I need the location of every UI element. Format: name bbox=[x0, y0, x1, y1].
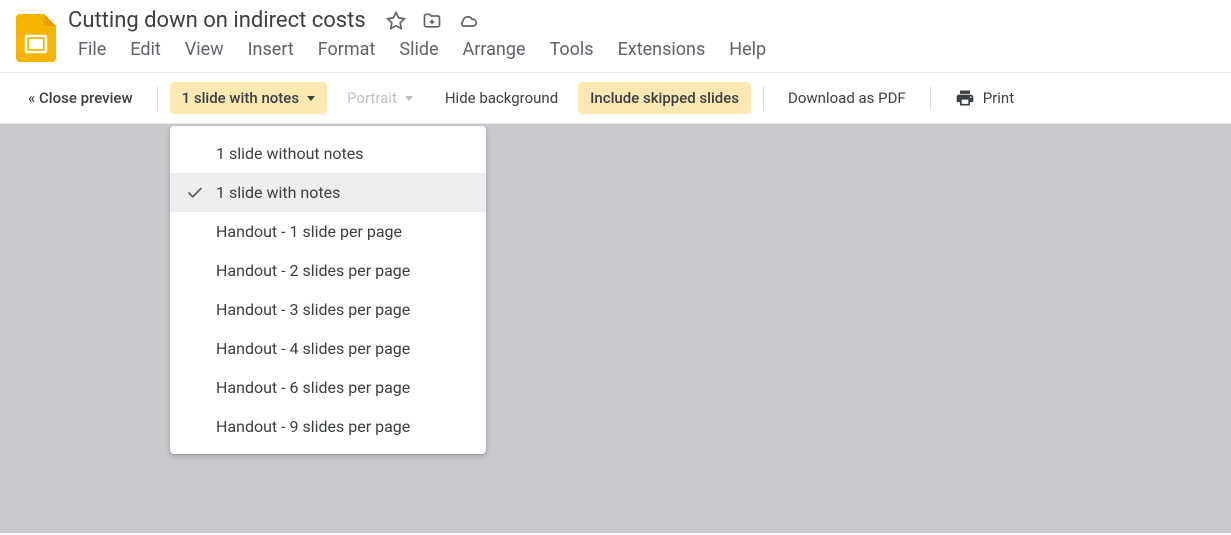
layout-option[interactable]: Handout - 6 slides per page bbox=[170, 368, 486, 407]
header: Cutting down on indirect costs File Edit… bbox=[0, 0, 1231, 72]
menu-format[interactable]: Format bbox=[308, 35, 386, 64]
header-content: Cutting down on indirect costs File Edit… bbox=[68, 8, 1215, 72]
cloud-status-icon[interactable] bbox=[458, 11, 478, 31]
orientation-dropdown[interactable]: Portrait bbox=[335, 82, 425, 114]
layout-option-label: Handout - 1 slide per page bbox=[216, 222, 402, 241]
star-icon[interactable] bbox=[386, 11, 406, 31]
layout-dropdown-label: 1 slide with notes bbox=[182, 89, 299, 107]
slides-logo-icon bbox=[16, 14, 56, 62]
menu-slide[interactable]: Slide bbox=[389, 35, 448, 64]
layout-option[interactable]: Handout - 2 slides per page bbox=[170, 251, 486, 290]
print-button[interactable]: Print bbox=[943, 81, 1026, 115]
hide-background-button[interactable]: Hide background bbox=[433, 82, 570, 114]
layout-option-label: 1 slide without notes bbox=[216, 144, 364, 163]
print-icon bbox=[955, 88, 975, 108]
title-row: Cutting down on indirect costs bbox=[68, 8, 1215, 33]
check-icon bbox=[186, 184, 216, 202]
layout-option[interactable]: Handout - 4 slides per page bbox=[170, 329, 486, 368]
divider bbox=[763, 86, 764, 110]
menu-arrange[interactable]: Arrange bbox=[453, 35, 536, 64]
menu-edit[interactable]: Edit bbox=[120, 35, 170, 64]
layout-option-label: Handout - 2 slides per page bbox=[216, 261, 410, 280]
layout-dropdown-menu: 1 slide without notes 1 slide with notes H… bbox=[170, 126, 486, 454]
layout-option-label: Handout - 9 slides per page bbox=[216, 417, 410, 436]
divider bbox=[157, 86, 158, 110]
menu-extensions[interactable]: Extensions bbox=[608, 35, 716, 64]
layout-option[interactable]: Handout - 9 slides per page bbox=[170, 407, 486, 446]
layout-option-label: Handout - 4 slides per page bbox=[216, 339, 410, 358]
download-pdf-button[interactable]: Download as PDF bbox=[776, 82, 918, 114]
divider bbox=[930, 86, 931, 110]
menu-insert[interactable]: Insert bbox=[238, 35, 304, 64]
layout-option[interactable]: 1 slide with notes bbox=[170, 173, 486, 212]
menu-bar: File Edit View Insert Format Slide Arran… bbox=[68, 35, 1215, 72]
layout-dropdown[interactable]: 1 slide with notes bbox=[170, 82, 327, 114]
layout-option-label: Handout - 6 slides per page bbox=[216, 378, 410, 397]
menu-tools[interactable]: Tools bbox=[540, 35, 604, 64]
orientation-dropdown-label: Portrait bbox=[347, 89, 397, 107]
layout-option-label: 1 slide with notes bbox=[216, 183, 340, 202]
move-folder-icon[interactable] bbox=[422, 11, 442, 31]
include-skipped-button[interactable]: Include skipped slides bbox=[578, 82, 751, 114]
layout-option[interactable]: Handout - 1 slide per page bbox=[170, 212, 486, 251]
print-button-label: Print bbox=[983, 89, 1014, 107]
menu-help[interactable]: Help bbox=[719, 35, 776, 64]
layout-option[interactable]: 1 slide without notes bbox=[170, 134, 486, 173]
menu-view[interactable]: View bbox=[175, 35, 234, 64]
layout-option[interactable]: Handout - 3 slides per page bbox=[170, 290, 486, 329]
title-icons bbox=[386, 11, 478, 31]
document-title[interactable]: Cutting down on indirect costs bbox=[68, 8, 366, 33]
layout-option-label: Handout - 3 slides per page bbox=[216, 300, 410, 319]
menu-file[interactable]: File bbox=[68, 35, 116, 64]
chevron-down-icon bbox=[405, 96, 413, 101]
close-preview-button[interactable]: « Close preview bbox=[16, 82, 145, 114]
print-preview-toolbar: « Close preview 1 slide with notes Portr… bbox=[0, 72, 1231, 124]
chevron-down-icon bbox=[307, 96, 315, 101]
